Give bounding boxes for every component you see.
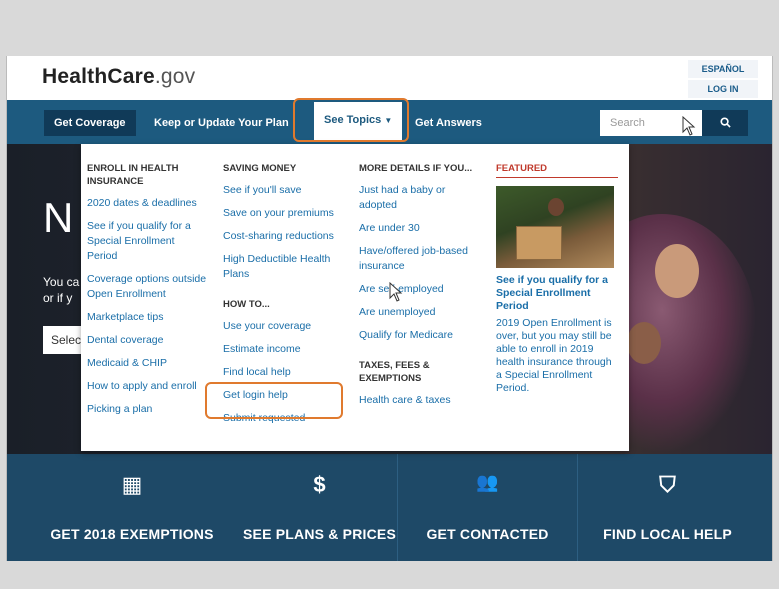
healthcare-gov-logo[interactable]: HealthCare.gov — [42, 65, 195, 89]
find-local-help-highlight — [205, 382, 343, 419]
menu-link[interactable]: Qualify for Medicare — [359, 328, 481, 343]
browser-viewport: HealthCare.gov ESPAÑOL LOG IN Get Covera… — [6, 56, 773, 561]
search-icon — [719, 117, 731, 128]
menu-heading: MORE DETAILS IF YOU... — [359, 163, 473, 174]
tile-get-contacted[interactable]: 👥 GET CONTACTED — [397, 454, 577, 561]
featured-heading: FEATURED — [496, 162, 618, 178]
featured-person-head — [548, 198, 564, 216]
menu-link[interactable]: Save on your premiums — [223, 206, 343, 221]
featured-box — [516, 226, 562, 260]
see-topics-dropdown: ENROLL IN HEALTH INSURANCE 2020 dates & … — [81, 144, 629, 451]
menu-link[interactable]: Are self-employed — [359, 282, 481, 297]
tile-see-plans[interactable]: $ SEE PLANS & PRICES — [227, 454, 412, 561]
menu-link[interactable]: Cost-sharing reductions — [223, 229, 343, 244]
menu-link-find-local-help[interactable]: Find local help — [223, 365, 343, 380]
mouse-pointer-icon — [389, 282, 403, 302]
menu-heading: TAXES, FEES & EXEMPTIONS — [359, 360, 430, 384]
tile-get-exemptions[interactable]: ▦ GET 2018 EXEMPTIONS — [37, 454, 227, 561]
menu-link[interactable]: See if you qualify for a Special Enrollm… — [87, 219, 207, 264]
logo-tld-text: .gov — [154, 65, 196, 88]
tile-label: GET CONTACTED — [426, 526, 549, 542]
menu-link[interactable]: Coverage options outside Open Enrollment — [87, 272, 207, 302]
menu-heading: ENROLL IN HEALTH INSURANCE — [87, 163, 179, 187]
hero-text: You ca or if y — [43, 274, 79, 306]
menu-link[interactable]: Marketplace tips — [87, 310, 207, 325]
menu-link[interactable]: Use your coverage — [223, 319, 343, 334]
menu-link[interactable]: Are unemployed — [359, 305, 481, 320]
menu-col-featured: FEATURED See if you qualify for a Specia… — [496, 162, 618, 395]
hero-photo-face-2 — [627, 322, 661, 364]
hero-select[interactable]: Selec — [43, 326, 83, 354]
mouse-pointer-icon — [682, 116, 696, 136]
search-button[interactable] — [702, 110, 748, 136]
menu-link[interactable]: 2020 dates & deadlines — [87, 196, 207, 211]
hero-text-line-1: You ca — [43, 275, 80, 289]
featured-title-link[interactable]: See if you qualify for a Special Enrollm… — [496, 274, 618, 313]
people-icon: 👥 — [476, 472, 499, 492]
hero-title: N — [43, 194, 74, 241]
menu-link[interactable]: Medicaid & CHIP — [87, 356, 207, 371]
tile-label: GET 2018 EXEMPTIONS — [50, 526, 214, 542]
menu-heading: SAVING MONEY — [223, 163, 297, 174]
menu-link[interactable]: Estimate income — [223, 342, 343, 357]
tile-label: SEE PLANS & PRICES — [243, 526, 396, 542]
menu-link[interactable]: Health care & taxes — [359, 393, 481, 408]
menu-link[interactable]: Have/offered job-based insurance — [359, 244, 481, 274]
see-topics-highlight — [293, 98, 409, 142]
menu-col-details: MORE DETAILS IF YOU... Just had a baby o… — [359, 162, 481, 408]
nav-keep-update-plan[interactable]: Keep or Update Your Plan — [144, 110, 299, 136]
menu-link[interactable]: Dental coverage — [87, 333, 207, 348]
menu-link[interactable]: Are under 30 — [359, 221, 481, 236]
menu-link[interactable]: Picking a plan — [87, 402, 207, 417]
featured-body: 2019 Open Enrollment is over, but you ma… — [496, 317, 612, 394]
logo-main-text: HealthCare — [42, 65, 155, 88]
menu-heading: HOW TO... — [223, 299, 270, 310]
menu-link[interactable]: How to apply and enroll — [87, 379, 207, 394]
calculator-icon: ▦ — [121, 472, 143, 497]
nav-get-answers[interactable]: Get Answers — [405, 110, 492, 136]
featured-image[interactable] — [496, 186, 614, 268]
nav-get-coverage[interactable]: Get Coverage — [44, 110, 136, 136]
menu-link[interactable]: See if you'll save — [223, 183, 343, 198]
quick-links-bar: ▦ GET 2018 EXEMPTIONS $ SEE PLANS & PRIC… — [7, 454, 772, 561]
login-link[interactable]: LOG IN — [688, 80, 758, 98]
menu-link[interactable]: Just had a baby or adopted — [359, 183, 481, 213]
hero-photo-face — [655, 244, 699, 298]
espanol-link[interactable]: ESPAÑOL — [688, 60, 758, 78]
hero-text-line-2: or if y — [43, 291, 73, 305]
site-header: HealthCare.gov ESPAÑOL LOG IN — [7, 56, 772, 100]
road-icon: ⛉ — [659, 472, 676, 497]
tile-find-local-help[interactable]: ⛉ FIND LOCAL HELP — [577, 454, 757, 561]
menu-col-enroll: ENROLL IN HEALTH INSURANCE 2020 dates & … — [87, 162, 207, 417]
menu-link[interactable]: High Deductible Health Plans — [223, 252, 343, 282]
tile-label: FIND LOCAL HELP — [603, 526, 732, 542]
dollar-icon: $ — [313, 472, 326, 497]
